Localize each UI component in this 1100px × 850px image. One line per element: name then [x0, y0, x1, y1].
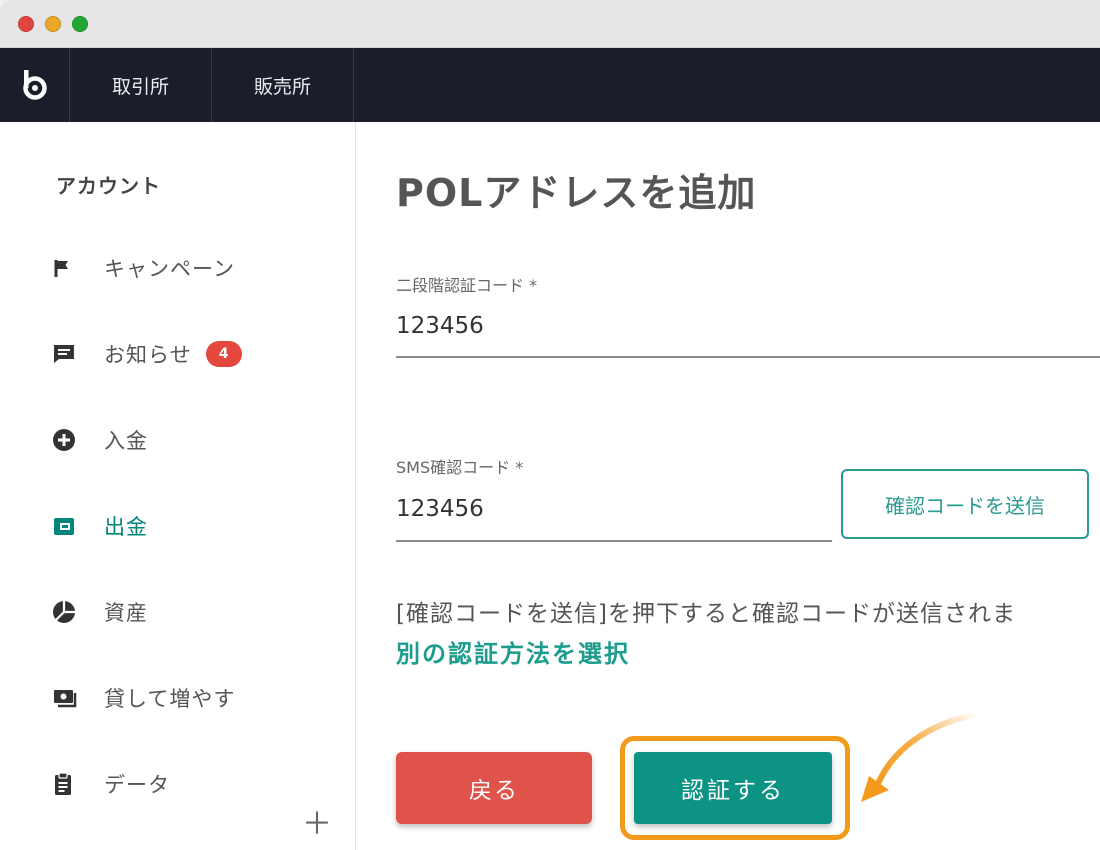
sidebar: アカウント キャンペーン お知らせ 4 入金 出金 資産 貸して増やす データ …: [0, 122, 356, 850]
sidebar-item-label: お知らせ: [104, 343, 192, 367]
tab-sales[interactable]: 販売所: [212, 48, 354, 122]
back-button[interactable]: 戻る: [396, 752, 592, 824]
sidebar-title: アカウント: [56, 174, 161, 198]
alternative-auth-link[interactable]: 別の認証方法を選択: [396, 634, 630, 669]
sidebar-item-label: 入金: [104, 429, 148, 453]
chat-icon: [52, 342, 82, 366]
expand-more-button[interactable]: ＋: [302, 810, 332, 840]
sidebar-item-withdraw[interactable]: 出金: [52, 506, 148, 546]
top-navigation: 取引所 販売所: [0, 48, 1100, 122]
plus-circle-icon: [52, 428, 82, 452]
tab-exchange[interactable]: 取引所: [70, 48, 212, 122]
main-content: POLアドレスを追加 二段階認証コード * SMS確認コード * 確認コードを送…: [357, 122, 1100, 850]
send-code-instructions: [確認コードを送信]を押下すると確認コードが送信されま: [396, 601, 1016, 627]
sidebar-item-lending[interactable]: 貸して増やす: [52, 678, 235, 718]
highlight-arrow-icon: [861, 711, 980, 802]
title-bar: [0, 0, 1100, 48]
sidebar-item-deposit[interactable]: 入金: [52, 420, 148, 460]
tfa-code-label: 二段階認証コード *: [396, 276, 538, 295]
sidebar-item-notices[interactable]: お知らせ 4: [52, 334, 242, 374]
maximize-window-button[interactable]: [72, 16, 88, 32]
sidebar-item-assets[interactable]: 資産: [52, 592, 148, 632]
sms-code-label: SMS確認コード *: [396, 458, 524, 477]
flag-icon: [52, 256, 82, 280]
logo-icon: [22, 70, 47, 100]
sms-code-input[interactable]: [396, 486, 832, 542]
sidebar-item-label: データ: [104, 773, 170, 797]
sidebar-item-label: キャンペーン: [104, 257, 235, 281]
clipboard-icon: [52, 772, 82, 796]
close-window-button[interactable]: [18, 16, 34, 32]
pie-chart-icon: [52, 600, 82, 624]
lending-icon: [52, 686, 82, 710]
notification-count-badge: 4: [205, 341, 242, 367]
minimize-window-button[interactable]: [45, 16, 61, 32]
tfa-code-input[interactable]: [396, 304, 1100, 358]
sidebar-item-label: 貸して増やす: [104, 687, 236, 711]
sidebar-item-label: 出金: [104, 515, 148, 539]
sidebar-item-data[interactable]: データ: [52, 764, 170, 804]
brand-logo[interactable]: [0, 48, 70, 122]
verify-button[interactable]: 認証する: [634, 752, 832, 824]
sidebar-item-label: 資産: [104, 601, 148, 625]
wallet-icon: [52, 514, 82, 538]
send-code-button[interactable]: 確認コードを送信: [841, 469, 1089, 539]
app-window: 取引所 販売所 アカウント キャンペーン お知らせ 4 入金 出金 資産 貸して…: [0, 0, 1100, 850]
sidebar-item-campaign[interactable]: キャンペーン: [52, 248, 235, 288]
page-title: POLアドレスを追加: [396, 171, 757, 215]
